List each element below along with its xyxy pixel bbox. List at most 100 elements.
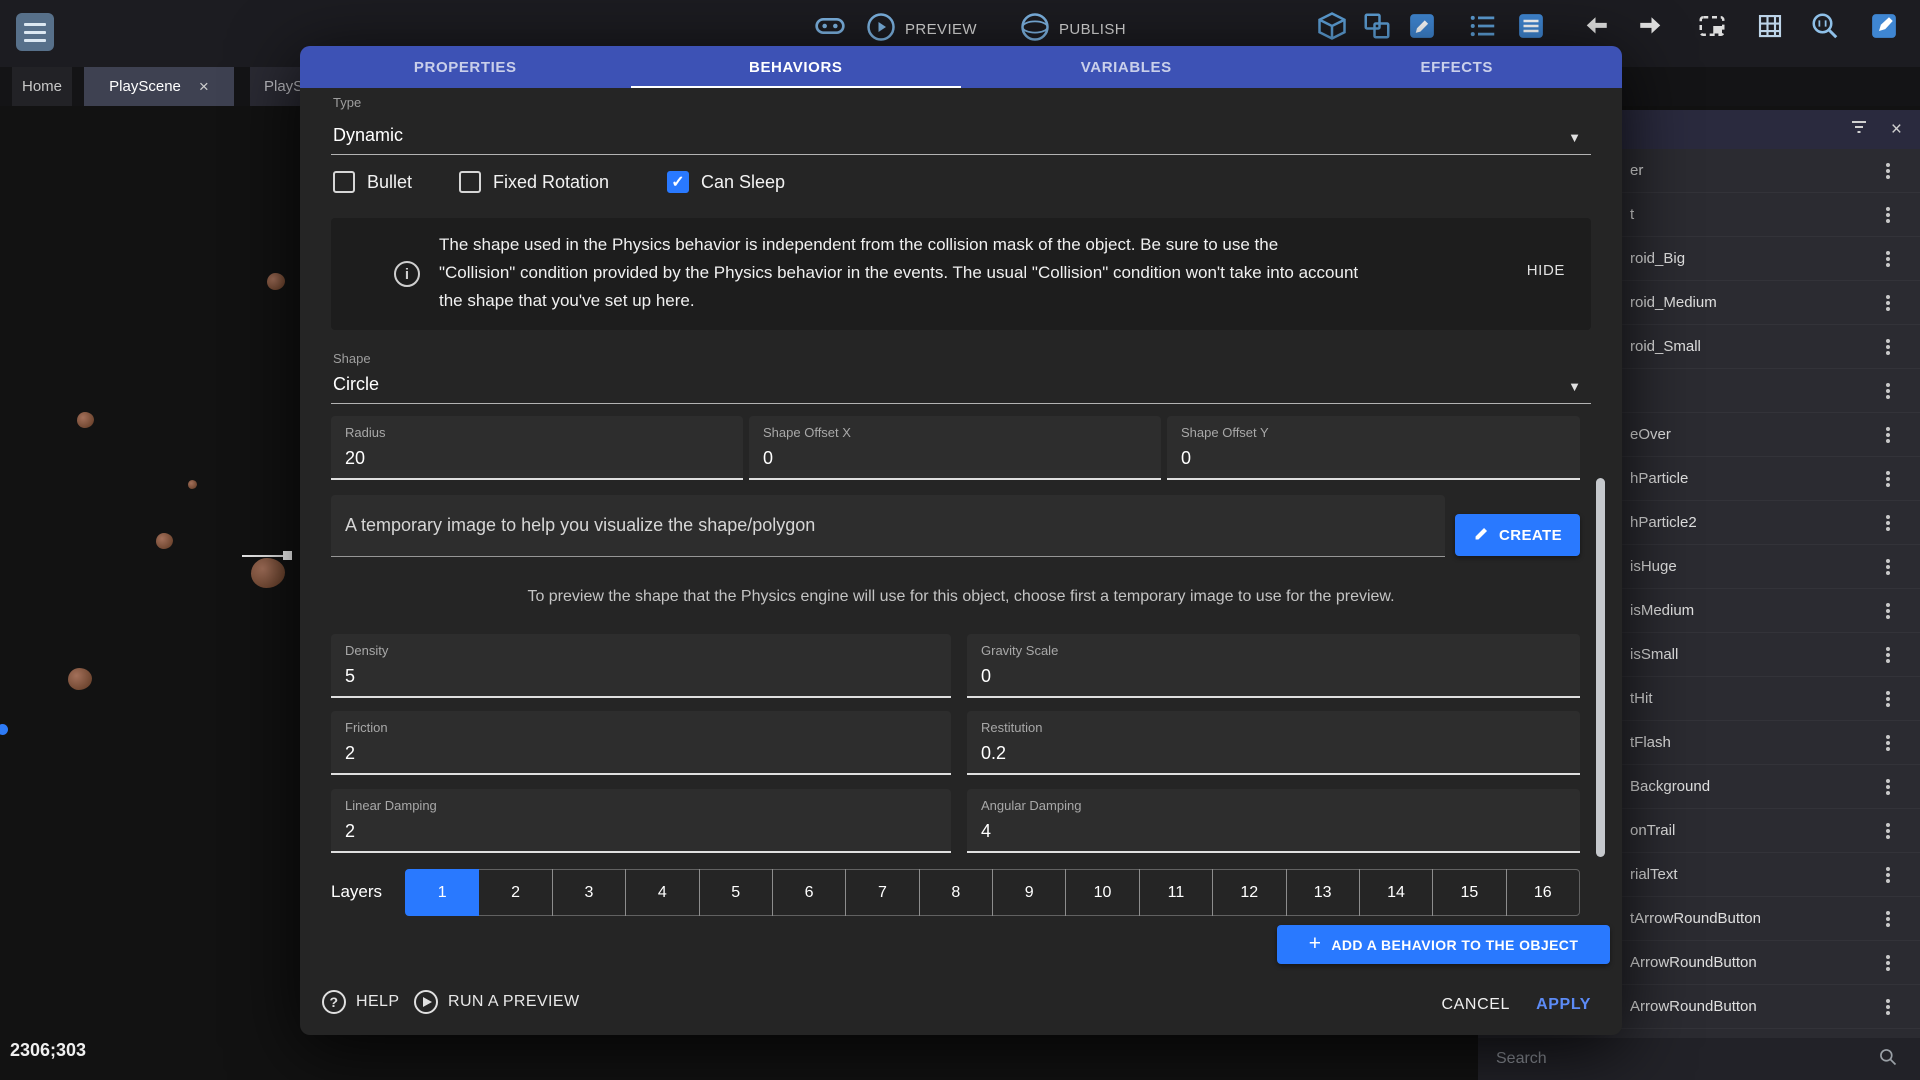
close-tab-icon[interactable]: × <box>199 78 209 95</box>
tab-behaviors[interactable]: BEHAVIORS <box>631 46 962 88</box>
add-behavior-button[interactable]: + ADD A BEHAVIOR TO THE OBJECT <box>1277 925 1610 964</box>
item-menu-icon[interactable] <box>1886 559 1890 563</box>
zoom-1-1-icon[interactable] <box>1807 8 1843 44</box>
instance-handle-knob[interactable] <box>283 551 292 560</box>
item-menu-icon[interactable] <box>1886 163 1890 167</box>
open-objects-panel-icon[interactable] <box>1314 8 1350 44</box>
open-layers-panel-icon[interactable] <box>1513 8 1549 44</box>
tab-variables[interactable]: VARIABLES <box>961 46 1292 88</box>
help-button[interactable]: ? HELP <box>322 990 399 1014</box>
temp-image-field[interactable]: A temporary image to help you visualize … <box>331 495 1445 557</box>
layer-button-13[interactable]: 13 <box>1286 869 1360 916</box>
layer-button-6[interactable]: 6 <box>772 869 846 916</box>
asteroid-sprite[interactable] <box>251 558 285 588</box>
item-menu-icon[interactable] <box>1886 691 1890 695</box>
angular-damping-field[interactable]: Angular Damping 4 <box>967 789 1580 853</box>
main-menu-icon[interactable] <box>16 13 54 51</box>
asteroid-sprite[interactable] <box>77 412 94 428</box>
item-menu-icon[interactable] <box>1886 647 1890 651</box>
item-menu-icon[interactable] <box>1886 471 1890 475</box>
item-menu-icon[interactable] <box>1886 207 1890 211</box>
redo-icon[interactable] <box>1631 8 1667 44</box>
asteroid-sprite[interactable] <box>68 668 92 690</box>
draw-tool-icon[interactable] <box>1866 8 1902 44</box>
bullet-checkbox[interactable]: ✓ Bullet <box>333 171 412 193</box>
close-panel-icon[interactable]: × <box>1891 120 1902 139</box>
layer-button-12[interactable]: 12 <box>1212 869 1286 916</box>
restitution-field[interactable]: Restitution 0.2 <box>967 711 1580 775</box>
shape-offset-y-field[interactable]: Shape Offset Y 0 <box>1167 416 1580 480</box>
checkbox-icon[interactable]: ✓ <box>667 171 689 193</box>
item-menu-icon[interactable] <box>1886 911 1890 915</box>
run-preview-button[interactable]: RUN A PREVIEW <box>414 990 579 1014</box>
publish-button[interactable]: PUBLISH <box>1020 12 1126 46</box>
dialog-scrollbar-thumb[interactable] <box>1596 478 1605 857</box>
brush-icon <box>1473 525 1490 546</box>
layer-button-15[interactable]: 15 <box>1432 869 1506 916</box>
item-menu-icon[interactable] <box>1886 735 1890 739</box>
layer-button-7[interactable]: 7 <box>845 869 919 916</box>
open-object-groups-icon[interactable] <box>1359 8 1395 44</box>
tab-home[interactable]: Home <box>12 67 72 106</box>
tab-properties[interactable]: PROPERTIES <box>300 46 631 88</box>
type-select[interactable]: Type Dynamic ▼ <box>331 93 1591 155</box>
shape-select[interactable]: Shape Circle ▼ <box>331 349 1591 404</box>
undo-icon[interactable] <box>1580 8 1616 44</box>
capture-region-icon[interactable] <box>1694 8 1730 44</box>
item-menu-icon[interactable] <box>1886 427 1890 431</box>
play-circle-icon <box>866 12 896 47</box>
item-menu-icon[interactable] <box>1886 251 1890 255</box>
hide-button[interactable]: HIDE <box>1527 262 1565 279</box>
object-item-label: roid_Medium <box>1630 294 1717 311</box>
layer-button-3[interactable]: 3 <box>552 869 626 916</box>
shape-offset-x-field[interactable]: Shape Offset X 0 <box>749 416 1161 480</box>
layer-button-14[interactable]: 14 <box>1359 869 1433 916</box>
toggle-grid-icon[interactable] <box>1752 8 1788 44</box>
layer-button-9[interactable]: 9 <box>992 869 1066 916</box>
tab-playscene[interactable]: PlayScene × <box>84 67 234 106</box>
can-sleep-checkbox[interactable]: ✓ Can Sleep <box>667 171 785 193</box>
layer-button-11[interactable]: 11 <box>1139 869 1213 916</box>
open-instances-list-icon[interactable] <box>1465 8 1501 44</box>
layer-button-2[interactable]: 2 <box>478 869 552 916</box>
gamepad-icon <box>812 8 848 44</box>
item-menu-icon[interactable] <box>1886 779 1890 783</box>
item-menu-icon[interactable] <box>1886 339 1890 343</box>
apply-button[interactable]: APPLY <box>1536 996 1591 1014</box>
cancel-button[interactable]: CANCEL <box>1441 996 1510 1014</box>
checkbox-icon[interactable]: ✓ <box>459 171 481 193</box>
item-menu-icon[interactable] <box>1886 515 1890 519</box>
item-menu-icon[interactable] <box>1886 867 1890 871</box>
object-item-label: isMedium <box>1630 602 1694 619</box>
layer-button-1[interactable]: 1 <box>405 869 479 916</box>
linear-damping-field[interactable]: Linear Damping 2 <box>331 789 951 853</box>
layer-button-16[interactable]: 16 <box>1506 869 1580 916</box>
layer-button-8[interactable]: 8 <box>919 869 993 916</box>
radius-field[interactable]: Radius 20 <box>331 416 743 480</box>
item-menu-icon[interactable] <box>1886 295 1890 299</box>
layer-button-4[interactable]: 4 <box>625 869 699 916</box>
tab-effects[interactable]: EFFECTS <box>1292 46 1623 88</box>
fixed-rotation-checkbox[interactable]: ✓ Fixed Rotation <box>459 171 609 193</box>
asteroid-sprite[interactable] <box>188 480 197 489</box>
item-menu-icon[interactable] <box>1886 955 1890 959</box>
filter-icon[interactable] <box>1849 117 1869 142</box>
item-menu-icon[interactable] <box>1886 383 1890 387</box>
layer-button-5[interactable]: 5 <box>699 869 773 916</box>
item-menu-icon[interactable] <box>1886 999 1890 1003</box>
create-button[interactable]: CREATE <box>1455 514 1580 556</box>
layer-button-10[interactable]: 10 <box>1065 869 1139 916</box>
search-input[interactable] <box>1478 1049 1878 1069</box>
asteroid-sprite[interactable] <box>267 273 285 290</box>
item-menu-icon[interactable] <box>1886 823 1890 827</box>
density-field[interactable]: Density 5 <box>331 634 951 698</box>
item-menu-icon[interactable] <box>1886 603 1890 607</box>
selection-handle[interactable] <box>0 724 8 735</box>
asteroid-sprite[interactable] <box>156 533 173 549</box>
gravity-scale-field[interactable]: Gravity Scale 0 <box>967 634 1580 698</box>
friction-field[interactable]: Friction 2 <box>331 711 951 775</box>
edit-properties-icon[interactable] <box>1404 8 1440 44</box>
publish-globe-icon <box>1020 12 1050 47</box>
checkbox-icon[interactable]: ✓ <box>333 171 355 193</box>
preview-button[interactable]: PREVIEW <box>866 12 977 46</box>
